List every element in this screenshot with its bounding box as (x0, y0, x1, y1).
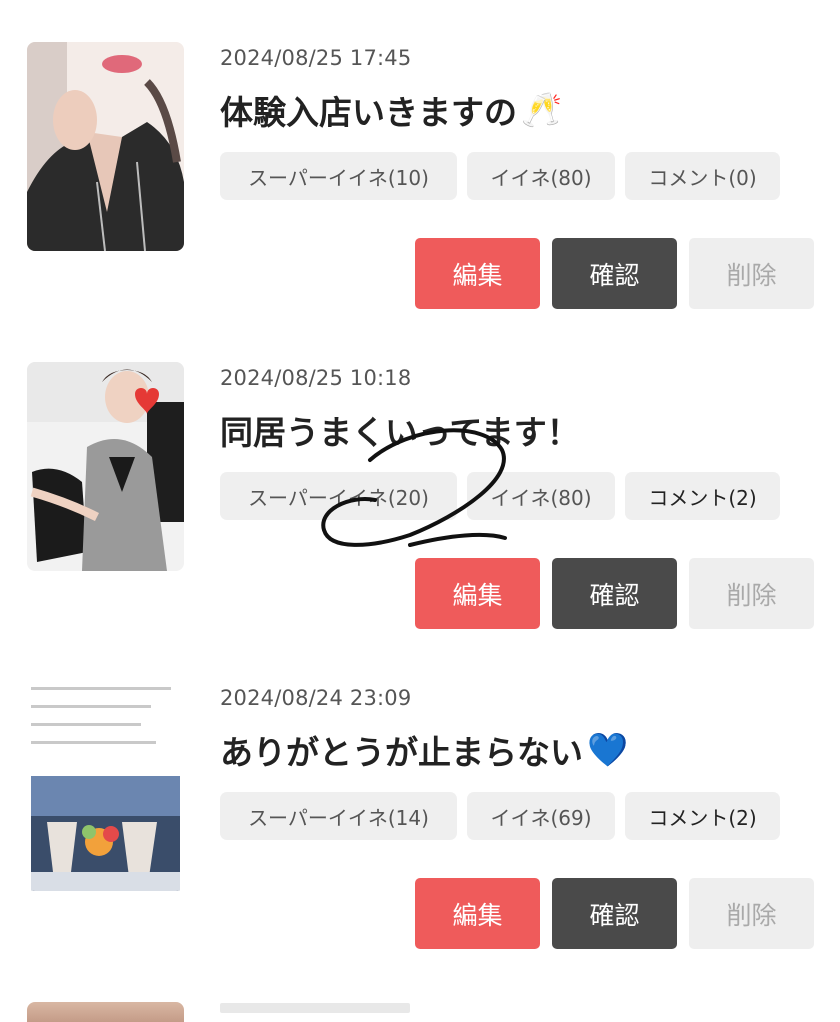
post-date-partial (220, 1003, 410, 1013)
confirm-button[interactable]: 確認 (552, 558, 677, 629)
comment-count: コメント(2) (625, 792, 780, 840)
reaction-chips: スーパーイイネ(10) イイネ(80) コメント(0) (220, 152, 780, 200)
comment-count: コメント(2) (625, 472, 780, 520)
delete-button[interactable]: 削除 (689, 238, 814, 309)
edit-button[interactable]: 編集 (415, 558, 540, 629)
post-actions: 編集 確認 削除 (415, 558, 814, 629)
delete-button[interactable]: 削除 (689, 878, 814, 949)
like-count: イイネ(80) (467, 472, 615, 520)
photo-image (27, 42, 184, 251)
photo-image (27, 682, 184, 891)
post-card: 2024/08/24 23:09 ありがとうが止まらない 💙 スーパーイイネ(1… (0, 682, 840, 1002)
champagne-icon: 🥂 (521, 90, 563, 129)
post-thumbnail[interactable] (27, 682, 184, 891)
super-like-count: スーパーイイネ(10) (220, 152, 457, 200)
like-count: イイネ(69) (467, 792, 615, 840)
post-date: 2024/08/25 17:45 (220, 46, 412, 70)
post-date: 2024/08/24 23:09 (220, 686, 412, 710)
super-like-count: スーパーイイネ(14) (220, 792, 457, 840)
edit-button[interactable]: 編集 (415, 878, 540, 949)
super-like-count: スーパーイイネ(20) (220, 472, 457, 520)
post-date: 2024/08/25 10:18 (220, 366, 412, 390)
post-title[interactable]: 体験入店いきますの 🥂 (220, 86, 562, 134)
blue-heart-icon: 💙 (587, 730, 629, 769)
post-thumbnail[interactable] (27, 42, 184, 251)
post-title[interactable]: ありがとうが止まらない 💙 (220, 726, 628, 774)
post-card: 2024/08/25 17:45 体験入店いきますの 🥂 スーパーイイネ(10)… (0, 42, 840, 362)
post-title-text: ありがとうが止まらない (220, 733, 583, 772)
post-title[interactable]: 同居うまくいってます！ (220, 406, 580, 454)
delete-button[interactable]: 削除 (689, 558, 814, 629)
confirm-button[interactable]: 確認 (552, 238, 677, 309)
post-card: 2024/08/25 10:18 同居うまくいってます！ スーパーイイネ(20)… (0, 362, 840, 682)
post-actions: 編集 確認 削除 (415, 878, 814, 949)
post-title-text: 体験入店いきますの (220, 93, 517, 132)
reaction-chips: スーパーイイネ(20) イイネ(80) コメント(2) (220, 472, 780, 520)
comment-count: コメント(0) (625, 152, 780, 200)
post-thumbnail-partial[interactable] (27, 1002, 184, 1022)
edit-button[interactable]: 編集 (415, 238, 540, 309)
photo-image (27, 362, 184, 571)
post-thumbnail[interactable] (27, 362, 184, 571)
reaction-chips: スーパーイイネ(14) イイネ(69) コメント(2) (220, 792, 780, 840)
post-title-text: 同居うまくいってます！ (220, 413, 580, 452)
post-actions: 編集 確認 削除 (415, 238, 814, 309)
confirm-button[interactable]: 確認 (552, 878, 677, 949)
like-count: イイネ(80) (467, 152, 615, 200)
